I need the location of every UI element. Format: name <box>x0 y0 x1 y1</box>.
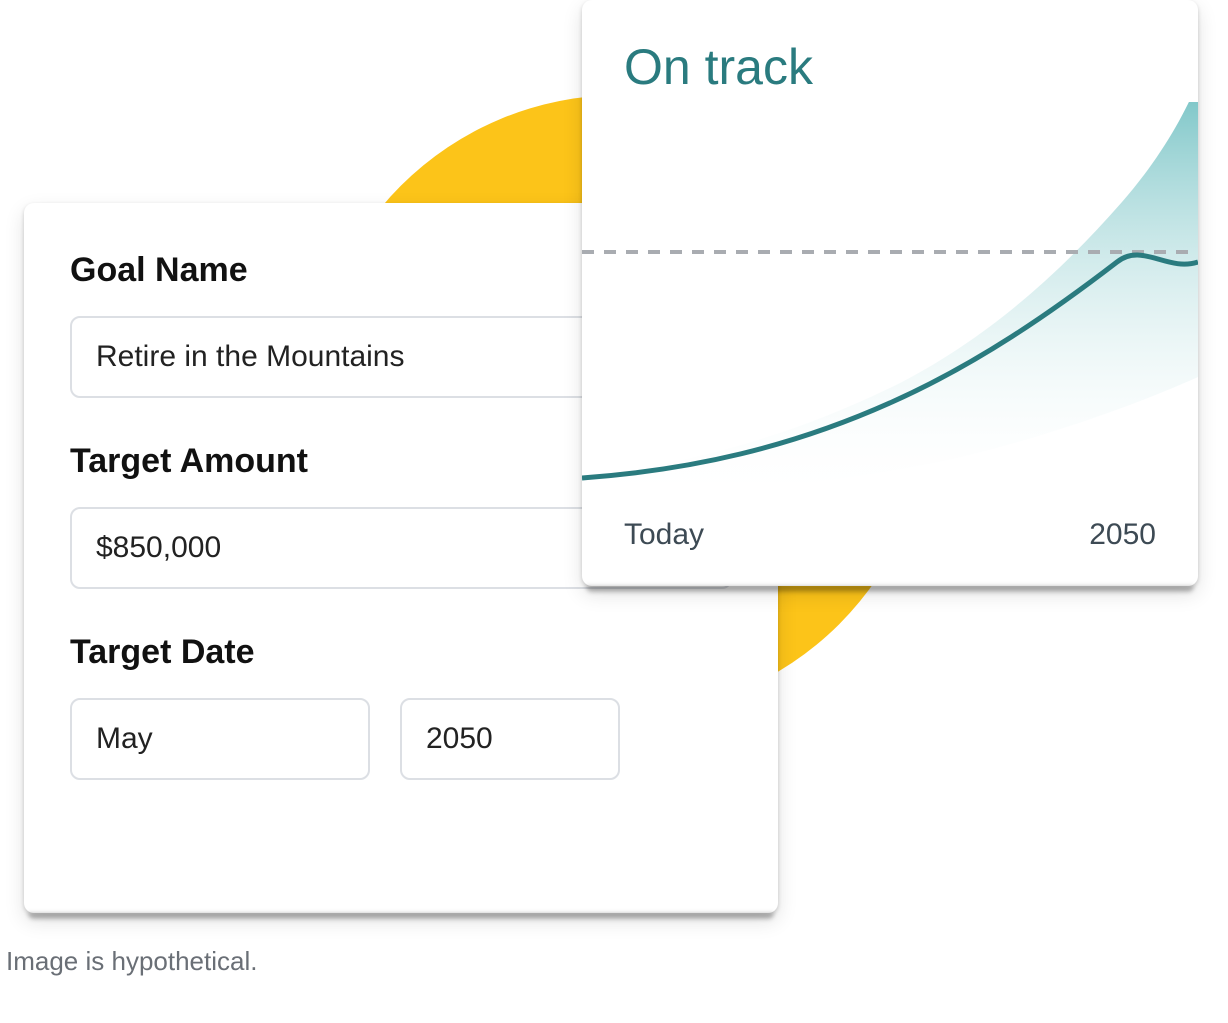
projection-chart-card: On track Today 2050 <box>582 0 1198 586</box>
chart-x-start-label: Today <box>624 518 704 552</box>
target-date-row <box>70 698 732 780</box>
chart-status-title: On track <box>582 38 1198 96</box>
chart-plot-area <box>582 102 1198 508</box>
chart-x-axis: Today 2050 <box>582 508 1198 552</box>
projection-chart-svg <box>582 102 1198 508</box>
projection-fan-area <box>582 102 1198 502</box>
target-date-year-input[interactable] <box>400 698 620 780</box>
chart-x-end-label: 2050 <box>1089 518 1156 552</box>
disclaimer-text: Image is hypothetical. <box>6 946 257 977</box>
target-date-month-input[interactable] <box>70 698 370 780</box>
target-date-label: Target Date <box>70 633 732 672</box>
